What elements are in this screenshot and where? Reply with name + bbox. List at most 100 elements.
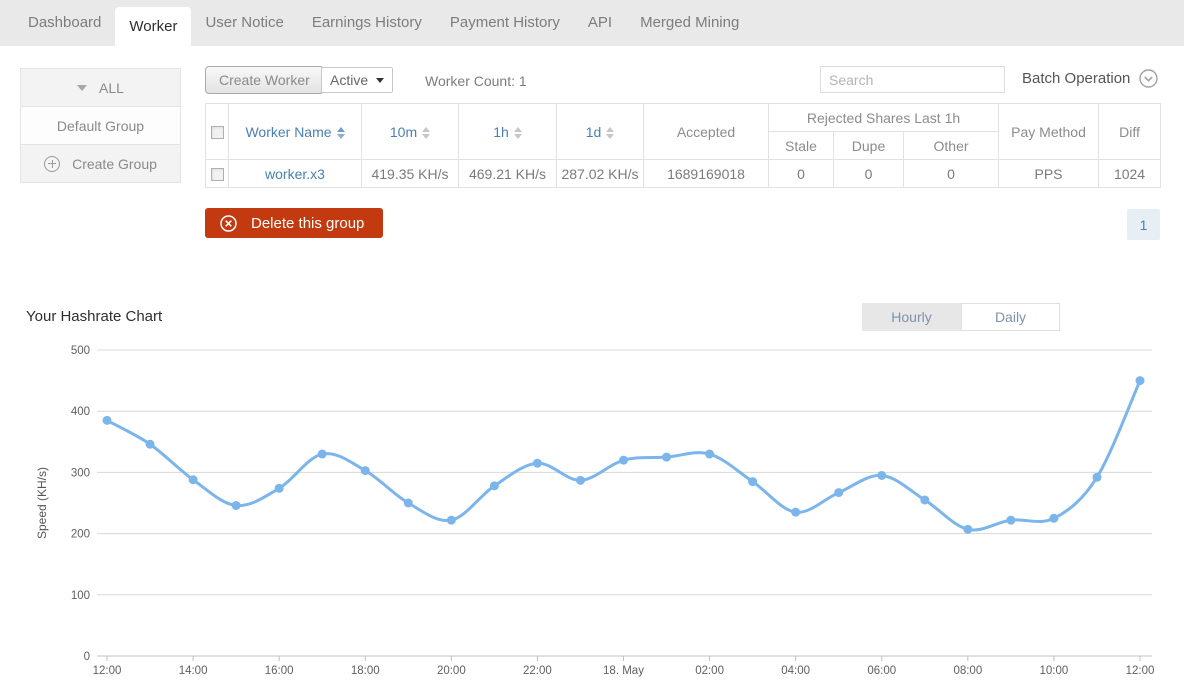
sort-icon (606, 126, 615, 139)
create-worker-button[interactable]: Create Worker (205, 66, 324, 94)
data-point-marker[interactable] (1006, 515, 1016, 525)
worker-name-link[interactable]: worker.x3 (228, 159, 362, 188)
data-point-marker[interactable] (145, 439, 155, 449)
col-header-10m[interactable]: 10m (361, 103, 459, 160)
group-all-label: ALL (99, 79, 124, 96)
hashrate-series-line (105, 379, 1142, 532)
speed-1d-value: 287.02 KH/s (556, 159, 644, 188)
data-point-marker[interactable] (877, 470, 887, 480)
hashrate-chart: 0 100 200 300 400 500 12:00 14:00 16:00 18:00 20:0… (35, 345, 1155, 677)
table-header-row: Worker Name 10m 1h 1d Accepted Rejected … (205, 103, 1162, 160)
worker-status-select[interactable]: Active (321, 67, 393, 93)
tab-worker[interactable]: Worker (115, 7, 192, 46)
toggle-hourly-button[interactable]: Hourly (862, 303, 961, 331)
speed-10m-value: 419.35 KH/s (361, 159, 459, 188)
data-point-marker[interactable] (446, 515, 456, 525)
row-select-cell (205, 159, 229, 188)
data-point-marker[interactable] (705, 449, 715, 459)
tab-api[interactable]: API (574, 0, 626, 46)
data-point-marker[interactable] (532, 458, 542, 468)
diff-value: 1024 (1098, 159, 1162, 188)
x-axis-tick-label: 20:00 (437, 665, 466, 677)
chevron-down-icon (77, 84, 88, 91)
x-axis-tick-label: 08:00 (953, 665, 982, 677)
sort-icon (336, 126, 345, 139)
delete-group-label: Delete this group (251, 214, 365, 232)
x-axis-tick-label: 16:00 (265, 665, 294, 677)
data-point-marker[interactable] (1092, 472, 1102, 482)
data-point-marker[interactable] (920, 495, 930, 505)
row-checkbox[interactable] (210, 168, 224, 182)
data-point-marker[interactable] (274, 483, 284, 493)
pay-method-value: PPS (998, 159, 1100, 188)
select-caret-icon (376, 77, 384, 83)
col-header-worker-name[interactable]: Worker Name (228, 103, 362, 160)
data-point-marker[interactable] (317, 449, 327, 459)
tab-payment-history[interactable]: Payment History (436, 0, 574, 46)
tab-earnings-history[interactable]: Earnings History (298, 0, 436, 46)
data-point-marker[interactable] (575, 475, 585, 485)
x-axis-tick-label: 02:00 (695, 665, 724, 677)
hashrate-chart-title: Your Hashrate Chart (26, 308, 163, 325)
data-point-marker[interactable] (791, 507, 801, 517)
tab-dashboard[interactable]: Dashboard (14, 0, 115, 46)
x-axis-tick-label: 12:00 (1126, 665, 1155, 677)
col-10m-label: 10m (389, 123, 418, 140)
create-group-button[interactable]: Create Group (20, 144, 181, 183)
pagination-page-1[interactable]: 1 (1127, 209, 1160, 240)
col-header-pay-method: Pay Method (998, 103, 1100, 160)
y-axis-tick-label: 500 (71, 345, 90, 357)
data-point-marker[interactable] (963, 524, 973, 534)
data-point-marker[interactable] (662, 452, 672, 462)
chart-interval-toggle: Hourly Daily (862, 303, 1060, 331)
y-axis-tick-label: 0 (84, 651, 90, 663)
x-axis-tick-label: 18:00 (351, 665, 380, 677)
x-axis-tick-label: 12:00 (93, 665, 122, 677)
col-header-stale: Stale (768, 131, 834, 160)
batch-operation-button[interactable]: Batch Operation (1022, 69, 1159, 88)
data-point-marker[interactable] (834, 488, 844, 498)
stale-value: 0 (768, 159, 834, 188)
toggle-daily-button[interactable]: Daily (961, 303, 1060, 331)
data-point-marker[interactable] (619, 455, 628, 465)
select-all-cell (205, 103, 229, 160)
data-point-marker[interactable] (102, 415, 112, 425)
group-filter-all[interactable]: ALL (20, 68, 181, 107)
y-axis-title: Speed (KH/s) (35, 467, 49, 539)
group-item-default[interactable]: Default Group (20, 106, 181, 145)
chevron-down-circle-icon (1139, 69, 1159, 88)
col-header-other: Other (902, 131, 1000, 160)
top-nav: Dashboard Worker User Notice Earnings Hi… (0, 0, 1184, 46)
col-1d-label: 1d (585, 123, 602, 140)
data-point-marker[interactable] (360, 466, 370, 476)
worker-status-value: Active (330, 72, 369, 88)
x-axis-tick-label: 06:00 (867, 665, 896, 677)
search-box (820, 66, 1018, 93)
accepted-value: 1689169018 (643, 159, 769, 188)
y-axis-tick-label: 100 (71, 590, 90, 602)
search-input[interactable] (821, 71, 1018, 88)
select-all-checkbox[interactable] (210, 126, 224, 140)
create-group-label: Create Group (72, 155, 157, 172)
tab-user-notice[interactable]: User Notice (191, 0, 297, 46)
col-header-rejected-group: Rejected Shares Last 1h (767, 103, 1000, 132)
other-value: 0 (902, 159, 1000, 188)
tab-merged-mining[interactable]: Merged Mining (626, 0, 753, 46)
table-row: worker.x3 419.35 KH/s 469.21 KH/s 287.02… (205, 159, 1162, 188)
y-axis-tick-label: 200 (71, 529, 90, 541)
delete-group-button[interactable]: Delete this group (205, 208, 384, 238)
group-sidebar: ALL Default Group Create Group (20, 68, 181, 183)
col-header-1d[interactable]: 1d (556, 103, 644, 160)
data-point-marker[interactable] (231, 500, 241, 510)
data-point-marker[interactable] (748, 477, 758, 487)
x-axis-tick-label: 04:00 (781, 665, 810, 677)
x-axis-tick-label: 14:00 (179, 665, 208, 677)
data-point-marker[interactable] (188, 475, 198, 485)
data-point-marker[interactable] (1049, 513, 1059, 523)
col-header-dupe: Dupe (833, 131, 904, 160)
data-point-marker[interactable] (1135, 376, 1145, 386)
worker-name-header-label: Worker Name (245, 123, 332, 140)
data-point-marker[interactable] (489, 481, 499, 491)
data-point-marker[interactable] (403, 498, 413, 508)
col-header-1h[interactable]: 1h (458, 103, 557, 160)
